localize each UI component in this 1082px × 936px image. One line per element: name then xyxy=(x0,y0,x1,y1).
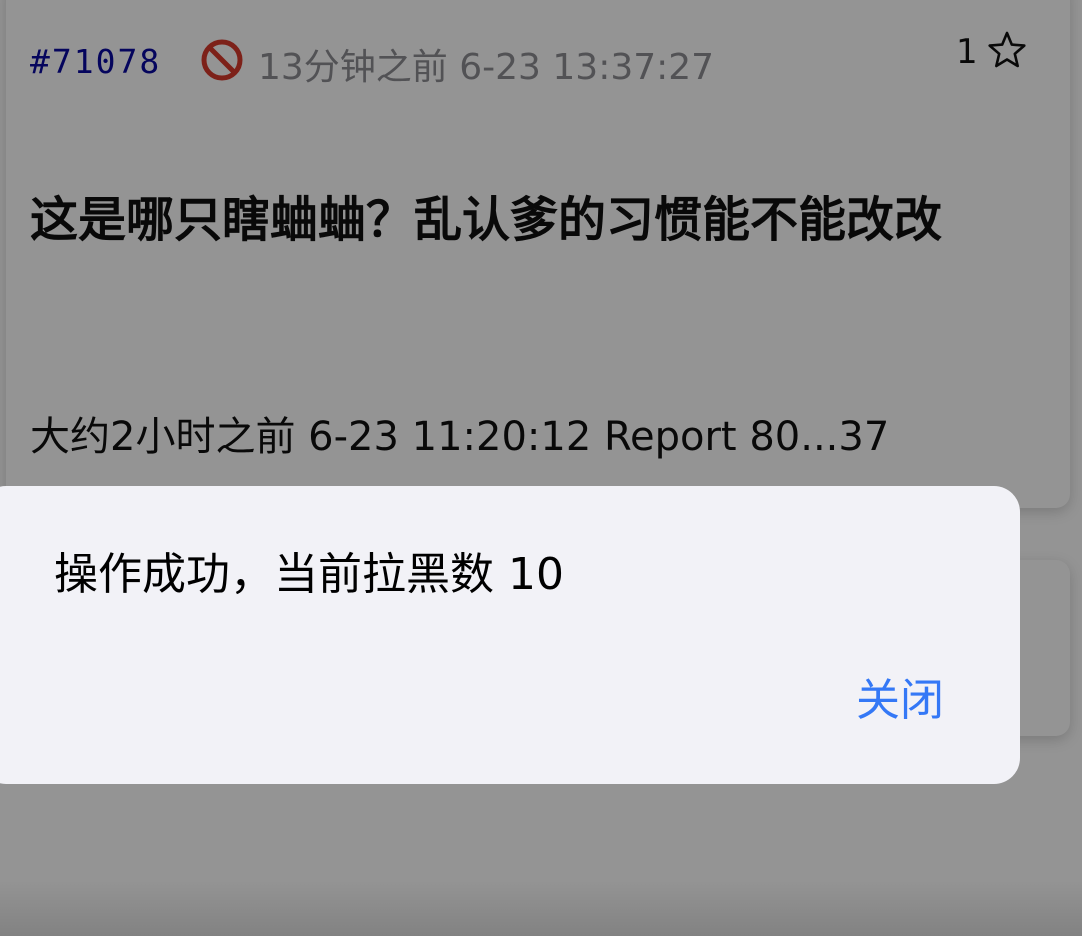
bottom-fade xyxy=(0,880,1082,936)
alert-message: 操作成功，当前拉黑数 10 xyxy=(54,549,564,600)
modal-backdrop[interactable] xyxy=(0,0,1082,936)
close-button[interactable]: 关闭 xyxy=(856,664,944,728)
alert-dialog xyxy=(0,486,1020,784)
